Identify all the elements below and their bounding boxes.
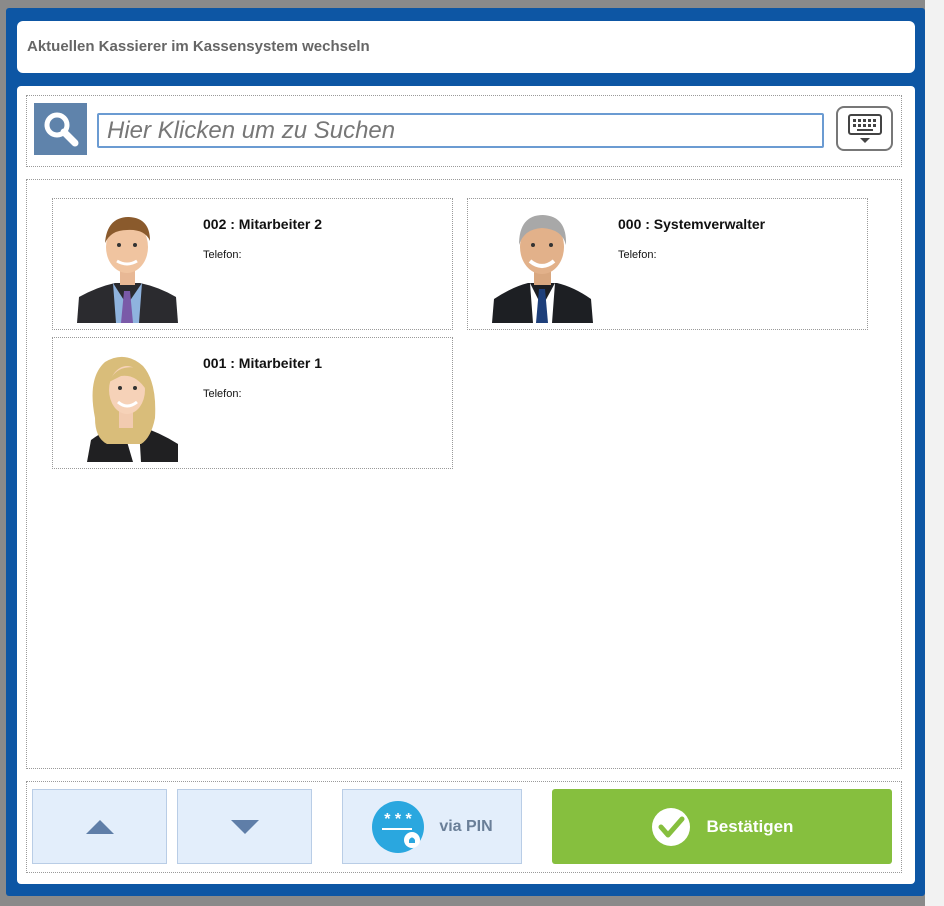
scroll-up-button[interactable] bbox=[32, 789, 167, 864]
employee-photo bbox=[492, 209, 593, 323]
dialog-title: Aktuellen Kassierer im Kassensystem wech… bbox=[27, 38, 370, 55]
background-window bbox=[925, 0, 944, 906]
arrow-down-icon bbox=[230, 819, 259, 834]
employee-card-002[interactable]: 002 : Mitarbeiter 2 Telefon: bbox=[52, 198, 453, 330]
dialog-content: 002 : Mitarbeiter 2 Telefon: 000 : Syste… bbox=[17, 86, 915, 884]
confirm-button[interactable]: Bestätigen bbox=[552, 789, 892, 864]
employee-phone: Telefon: bbox=[203, 388, 242, 400]
action-bar: * * * via PIN Bestätigen bbox=[26, 781, 902, 873]
pin-icon: * * * bbox=[372, 800, 425, 853]
employee-phone: Telefon: bbox=[203, 249, 242, 261]
dialog-title-bar: Aktuellen Kassierer im Kassensystem wech… bbox=[17, 21, 915, 73]
employee-card-001[interactable]: 001 : Mitarbeiter 1 Telefon: bbox=[52, 337, 453, 469]
search-input[interactable] bbox=[97, 113, 824, 148]
pin-badge-text: * * * bbox=[385, 811, 413, 828]
employee-name: 000 : Systemverwalter bbox=[618, 216, 766, 232]
search-icon bbox=[44, 112, 78, 147]
employee-name: 001 : Mitarbeiter 1 bbox=[203, 355, 323, 371]
keyboard-icon bbox=[847, 113, 882, 143]
keyboard-button[interactable] bbox=[836, 106, 893, 151]
employee-list: 002 : Mitarbeiter 2 Telefon: 000 : Syste… bbox=[26, 179, 902, 769]
employee-phone: Telefon: bbox=[618, 249, 657, 261]
search-button[interactable] bbox=[34, 103, 87, 155]
employee-name: 002 : Mitarbeiter 2 bbox=[203, 216, 323, 232]
employee-photo bbox=[77, 348, 178, 462]
scroll-down-button[interactable] bbox=[177, 789, 312, 864]
employee-photo bbox=[77, 209, 178, 323]
via-pin-button[interactable]: * * * via PIN bbox=[342, 789, 522, 864]
via-pin-label: via PIN bbox=[439, 817, 493, 835]
confirm-label: Bestätigen bbox=[706, 816, 794, 836]
search-area bbox=[26, 95, 902, 167]
arrow-up-icon bbox=[85, 819, 114, 834]
checkmark-icon bbox=[651, 807, 690, 846]
employee-card-000[interactable]: 000 : Systemverwalter Telefon: bbox=[467, 198, 868, 330]
